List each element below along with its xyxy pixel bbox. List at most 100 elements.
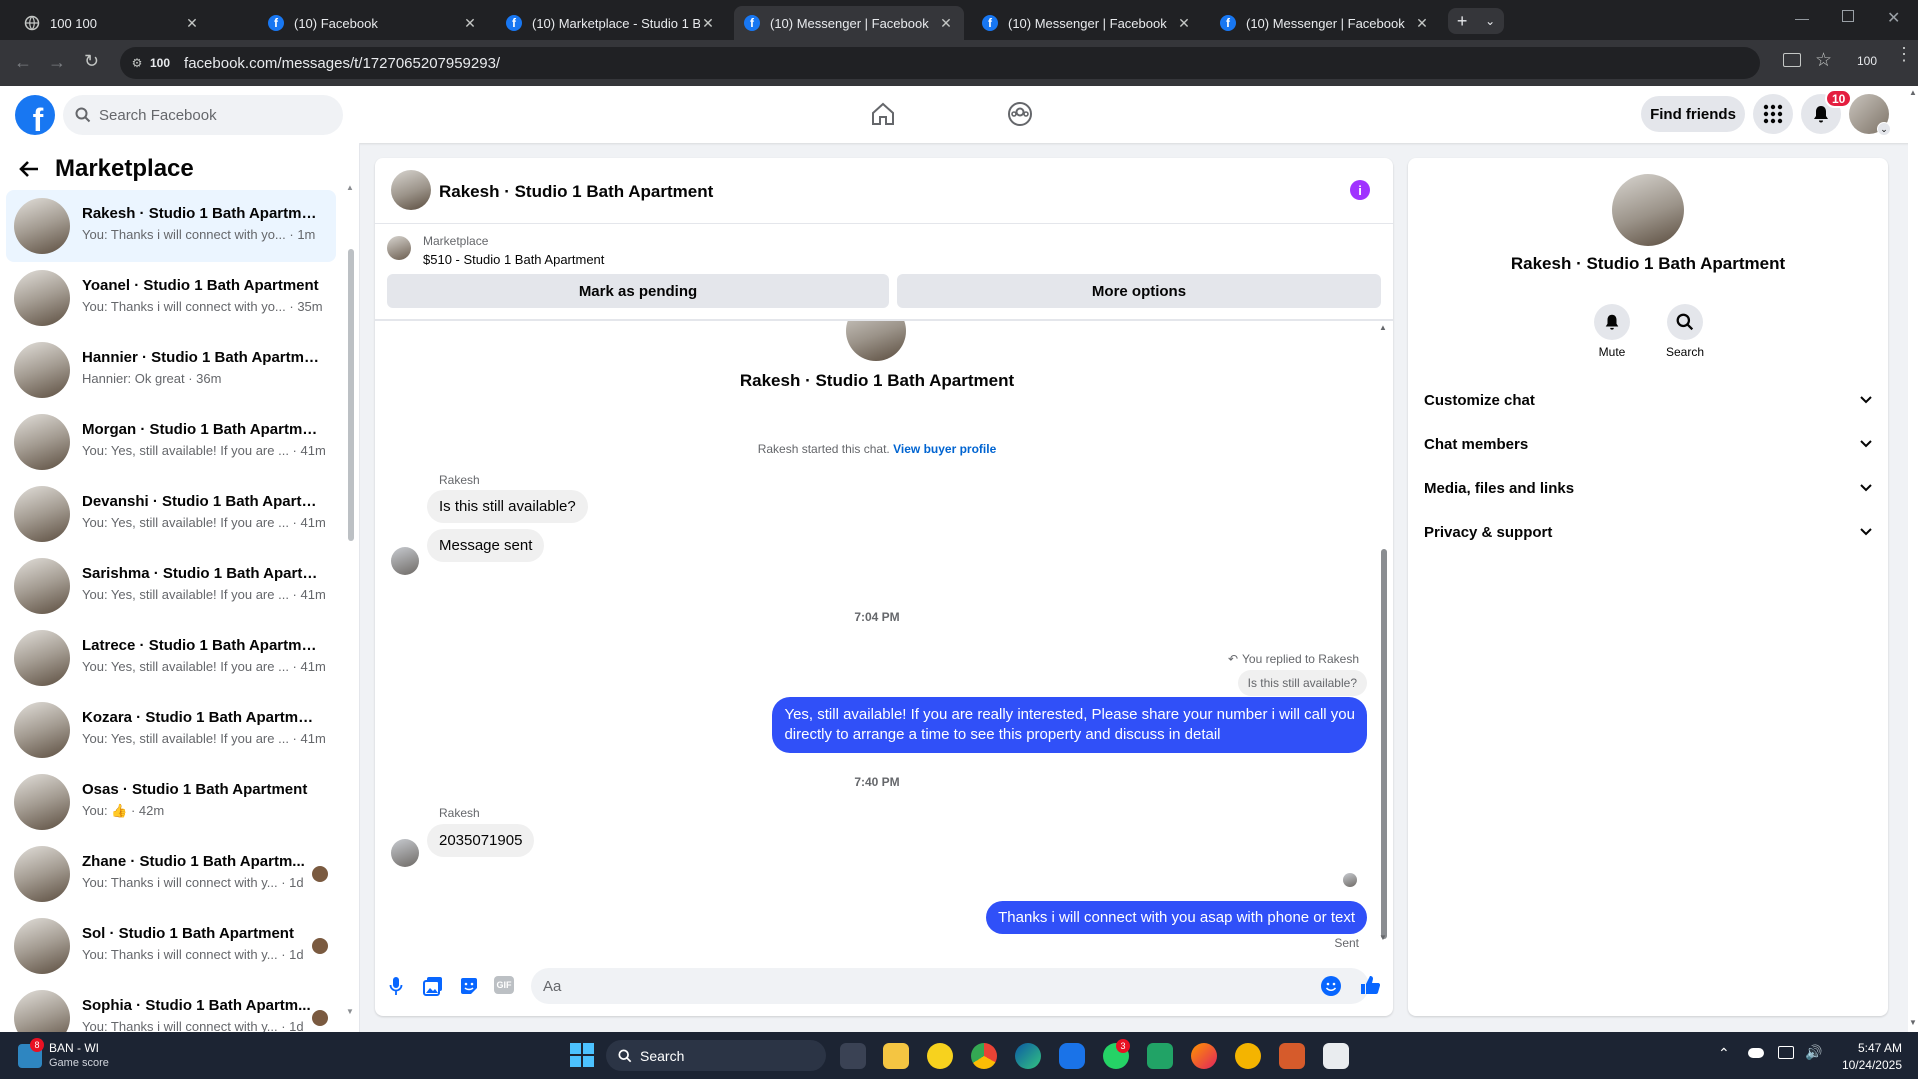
conversation-item[interactable]: Rakesh · Studio 1 Bath Apartment You: Tha… <box>6 190 336 262</box>
chat-scrollbar[interactable]: ▲ ▼ <box>1379 323 1389 945</box>
app-icon[interactable] <box>1059 1043 1085 1069</box>
weather-title[interactable]: BAN - WI <box>49 1041 99 1055</box>
conversation-item[interactable]: Zhane · Studio 1 Bath Apartm... You: Than… <box>6 838 336 910</box>
cast-icon[interactable] <box>1783 53 1801 67</box>
taskbar-search-box[interactable]: Search <box>606 1040 826 1071</box>
browser-tab-active[interactable]: f (10) Messenger | Facebook ✕ <box>734 6 964 40</box>
menu-grid-icon[interactable] <box>1753 94 1793 134</box>
gif-icon[interactable]: GIF <box>494 976 514 994</box>
search-facebook-input[interactable]: Search Facebook <box>63 95 343 135</box>
browser-tab[interactable]: f (10) Messenger | Facebook ✕ <box>1210 6 1440 40</box>
scrollbar[interactable]: ▲ ▼ <box>346 183 356 1018</box>
network-icon[interactable] <box>1778 1046 1794 1059</box>
view-buyer-profile-link[interactable]: View buyer profile <box>893 442 996 456</box>
browser-tab[interactable]: 100 100 ✕ <box>14 6 210 40</box>
conversation-item[interactable]: Osas · Studio 1 Bath Apartment You: 👍 · 4… <box>6 766 336 838</box>
xbox-icon[interactable] <box>1235 1043 1261 1069</box>
media-files-links-section[interactable]: Media, files and links <box>1424 470 1872 506</box>
browser-tab[interactable]: f (10) Messenger | Facebook ✕ <box>972 6 1202 40</box>
app-icon[interactable] <box>1279 1043 1305 1069</box>
sheets-icon[interactable] <box>1147 1043 1173 1069</box>
bookmark-star-icon[interactable]: ☆ <box>1815 49 1832 72</box>
forward-arrow-icon[interactable]: → <box>48 52 66 73</box>
account-chevron-icon[interactable]: ⌄ <box>1877 122 1891 136</box>
close-tab-icon[interactable]: ✕ <box>1414 15 1430 32</box>
listing-thumbnail[interactable] <box>387 236 411 260</box>
tab-search-chevron-icon[interactable]: ⌄ <box>1485 14 1495 28</box>
microphone-icon[interactable] <box>389 976 403 996</box>
conversation-item[interactable]: Yoanel · Studio 1 Bath Apartment You: Tha… <box>6 262 336 334</box>
thumbs-up-icon[interactable] <box>1359 974 1381 996</box>
conversation-item[interactable]: Kozara · Studio 1 Bath Apartment You: Yes… <box>6 694 336 766</box>
close-tab-icon[interactable]: ✕ <box>938 15 954 32</box>
chrome-icon[interactable] <box>971 1043 997 1069</box>
scrollbar-thumb[interactable] <box>1381 549 1387 939</box>
windows-start-icon[interactable] <box>570 1043 594 1067</box>
incoming-message-bubble[interactable]: Is this still available? <box>427 490 588 523</box>
edge-icon[interactable] <box>1015 1043 1041 1069</box>
browser-tab[interactable]: f (10) Facebook ✕ <box>258 6 488 40</box>
address-bar[interactable]: ⚙ 100 facebook.com/messages/t/1727065207… <box>120 47 1760 79</box>
conversation-item[interactable]: Morgan · Studio 1 Bath Apartment You: Yes… <box>6 406 336 478</box>
chat-title[interactable]: Rakesh · Studio 1 Bath Apartment <box>439 182 713 202</box>
more-options-button[interactable]: More options <box>897 274 1381 308</box>
conversation-item[interactable]: Sol · Studio 1 Bath Apartment You: Thanks… <box>6 910 336 982</box>
close-tab-icon[interactable]: ✕ <box>462 15 478 32</box>
close-tab-icon[interactable]: ✕ <box>1176 15 1192 32</box>
groups-icon[interactable] <box>1007 101 1033 127</box>
site-info-icon[interactable]: ⚙ <box>130 56 144 70</box>
url-text[interactable]: facebook.com/messages/t/1727065207959293… <box>184 55 500 72</box>
message-input[interactable]: Aa <box>531 968 1369 1004</box>
tray-chevron-icon[interactable]: ⌃ <box>1718 1045 1730 1062</box>
zoom-level[interactable]: 100 <box>1857 54 1877 68</box>
kebab-menu-icon[interactable]: ⋮ <box>1895 45 1913 63</box>
clock-time[interactable]: 5:47 AM <box>1830 1041 1902 1055</box>
scrollbar-thumb[interactable] <box>348 249 354 541</box>
profile-photo[interactable] <box>846 321 906 361</box>
conversation-item[interactable]: Hannier · Studio 1 Bath Apartment Hannier… <box>6 334 336 406</box>
home-icon[interactable] <box>870 101 896 127</box>
emoji-icon[interactable] <box>1321 976 1341 996</box>
restore-window-icon[interactable] <box>1842 10 1854 22</box>
back-arrow-icon[interactable] <box>18 159 40 179</box>
chat-members-section[interactable]: Chat members <box>1424 426 1872 462</box>
mute-bell-icon[interactable] <box>1594 304 1630 340</box>
facebook-logo-icon[interactable]: f <box>15 95 55 135</box>
clock-date[interactable]: 10/24/2025 <box>1820 1058 1902 1072</box>
conversation-item[interactable]: Latrece · Studio 1 Bath Apartment You: Ye… <box>6 622 336 694</box>
close-tab-icon[interactable]: ✕ <box>700 15 716 32</box>
incoming-message-bubble[interactable]: 2035071905 <box>427 824 535 857</box>
customize-chat-section[interactable]: Customize chat <box>1424 382 1872 418</box>
profile-photo[interactable] <box>1612 174 1684 246</box>
privacy-support-section[interactable]: Privacy & support <box>1424 514 1872 550</box>
conversation-item[interactable]: Devanshi · Studio 1 Bath Apartm... You: Y… <box>6 478 336 550</box>
search-in-chat-icon[interactable] <box>1667 304 1703 340</box>
incoming-message-bubble[interactable]: Message sent <box>427 529 545 562</box>
file-explorer-icon[interactable] <box>883 1043 909 1069</box>
new-tab-plus-icon[interactable]: + <box>1457 11 1468 32</box>
close-tab-icon[interactable]: ✕ <box>184 15 200 32</box>
outgoing-message-bubble[interactable]: Yes, still available! If you are really … <box>772 697 1367 753</box>
photo-gallery-icon[interactable] <box>423 976 443 996</box>
sender-avatar[interactable] <box>391 547 419 575</box>
back-arrow-icon[interactable]: ← <box>14 52 32 73</box>
app-icon[interactable] <box>927 1043 953 1069</box>
page-scrollbar[interactable]: ▲ ▼ <box>1908 86 1918 1032</box>
app-icon[interactable] <box>1323 1043 1349 1069</box>
info-icon[interactable]: i <box>1350 180 1370 200</box>
browser-tab[interactable]: f (10) Marketplace - Studio 1 Bath ✕ <box>496 6 726 40</box>
listing-title[interactable]: $510 - Studio 1 Bath Apartment <box>423 252 604 267</box>
firefox-icon[interactable] <box>1191 1043 1217 1069</box>
outgoing-message-bubble[interactable]: Thanks i will connect with you asap with… <box>986 901 1367 934</box>
find-friends-button[interactable]: Find friends <box>1641 96 1745 132</box>
reload-icon[interactable]: ↻ <box>84 51 99 72</box>
minimize-window-icon[interactable]: — <box>1795 10 1809 26</box>
conversation-item[interactable]: Sarishma · Studio 1 Bath Apartm... You: Y… <box>6 550 336 622</box>
mark-as-pending-button[interactable]: Mark as pending <box>387 274 889 308</box>
chat-avatar[interactable] <box>391 170 431 210</box>
task-view-icon[interactable] <box>840 1043 866 1069</box>
sticker-icon[interactable] <box>459 976 479 996</box>
onedrive-icon[interactable] <box>1748 1048 1764 1058</box>
close-window-icon[interactable]: ✕ <box>1887 8 1900 28</box>
sender-avatar[interactable] <box>391 839 419 867</box>
